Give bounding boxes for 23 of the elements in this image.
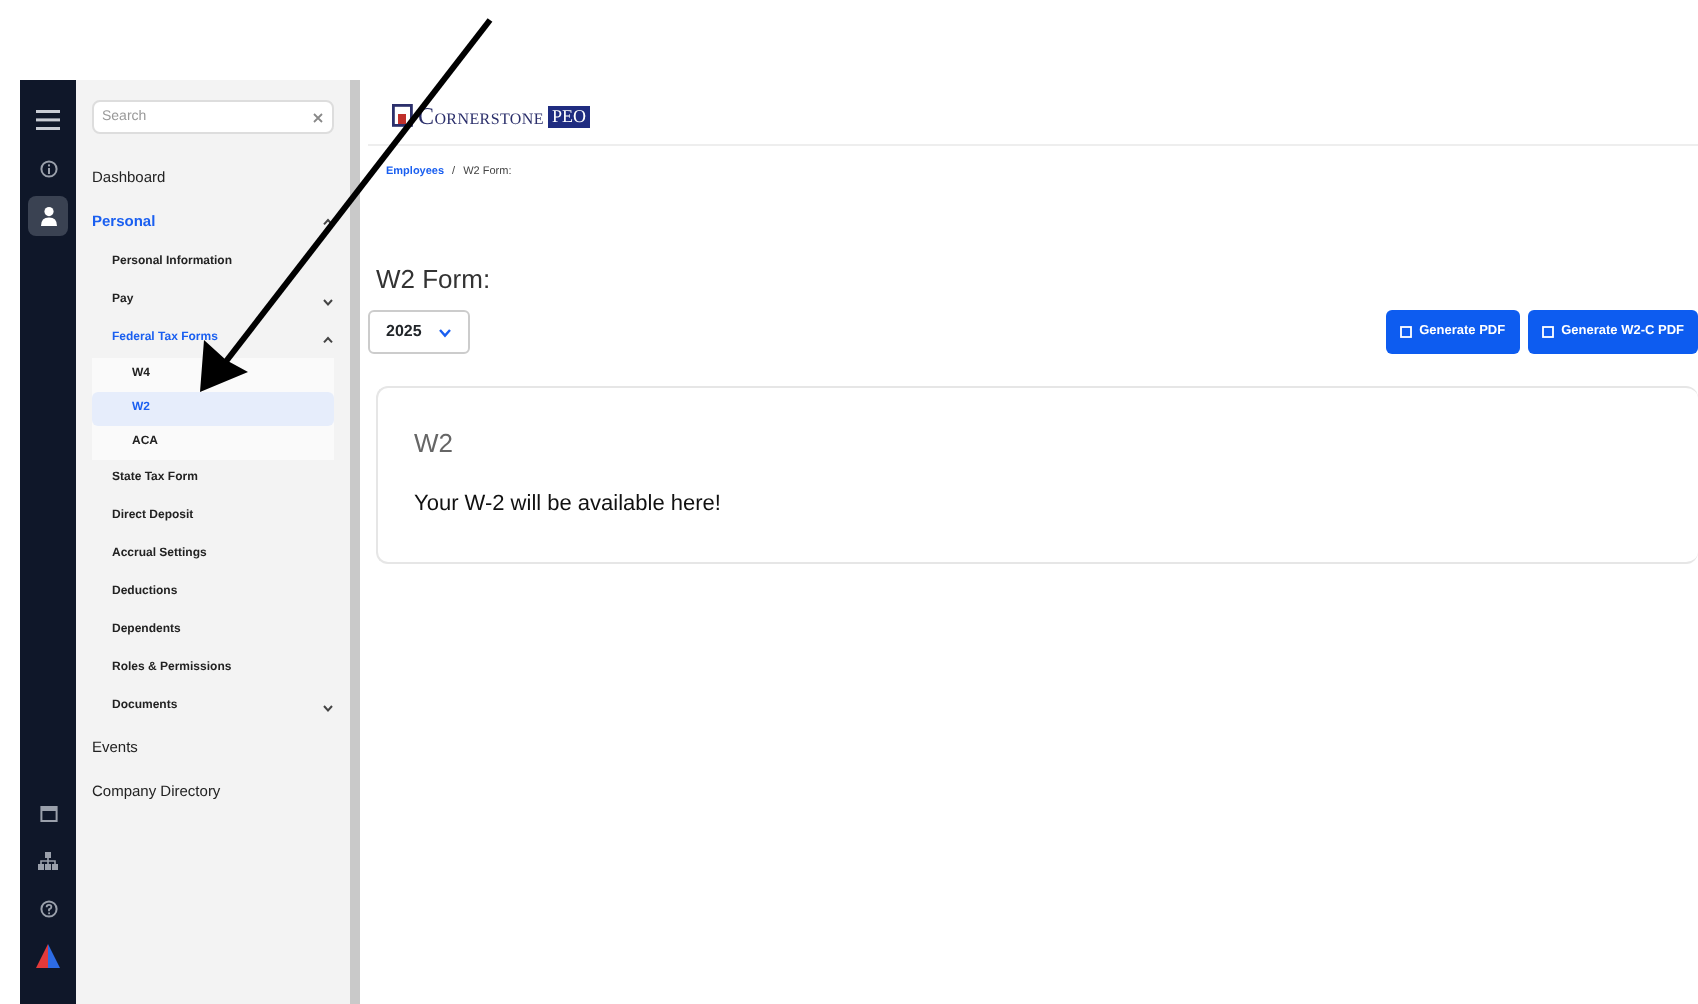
rail-button[interactable] [28, 196, 68, 236]
chevron-up-icon [322, 335, 334, 343]
year-select[interactable]: 2025 [368, 310, 470, 354]
square-icon [1541, 326, 1554, 338]
logo-badge: PEO [547, 105, 590, 127]
menu-icon [36, 110, 60, 130]
card-title: W2 [414, 428, 455, 460]
org-chart-icon [38, 851, 58, 869]
square-icon [1399, 326, 1412, 338]
person-icon [39, 206, 57, 226]
chevron-down-icon [322, 703, 334, 711]
card-text: Your W-2 will be available here! [414, 489, 723, 520]
logo-icon [392, 104, 414, 128]
chevron-up-icon [322, 218, 334, 226]
chevron-down-icon [322, 297, 334, 305]
help-icon [39, 899, 57, 917]
close-icon [312, 111, 324, 123]
logo-icon [36, 944, 60, 968]
logo-text: Cornerstone [418, 100, 544, 134]
info-icon [39, 159, 57, 177]
page-title: W2 Form: [374, 262, 493, 298]
chevron-down-icon [437, 327, 452, 337]
calendar-icon [39, 803, 57, 821]
